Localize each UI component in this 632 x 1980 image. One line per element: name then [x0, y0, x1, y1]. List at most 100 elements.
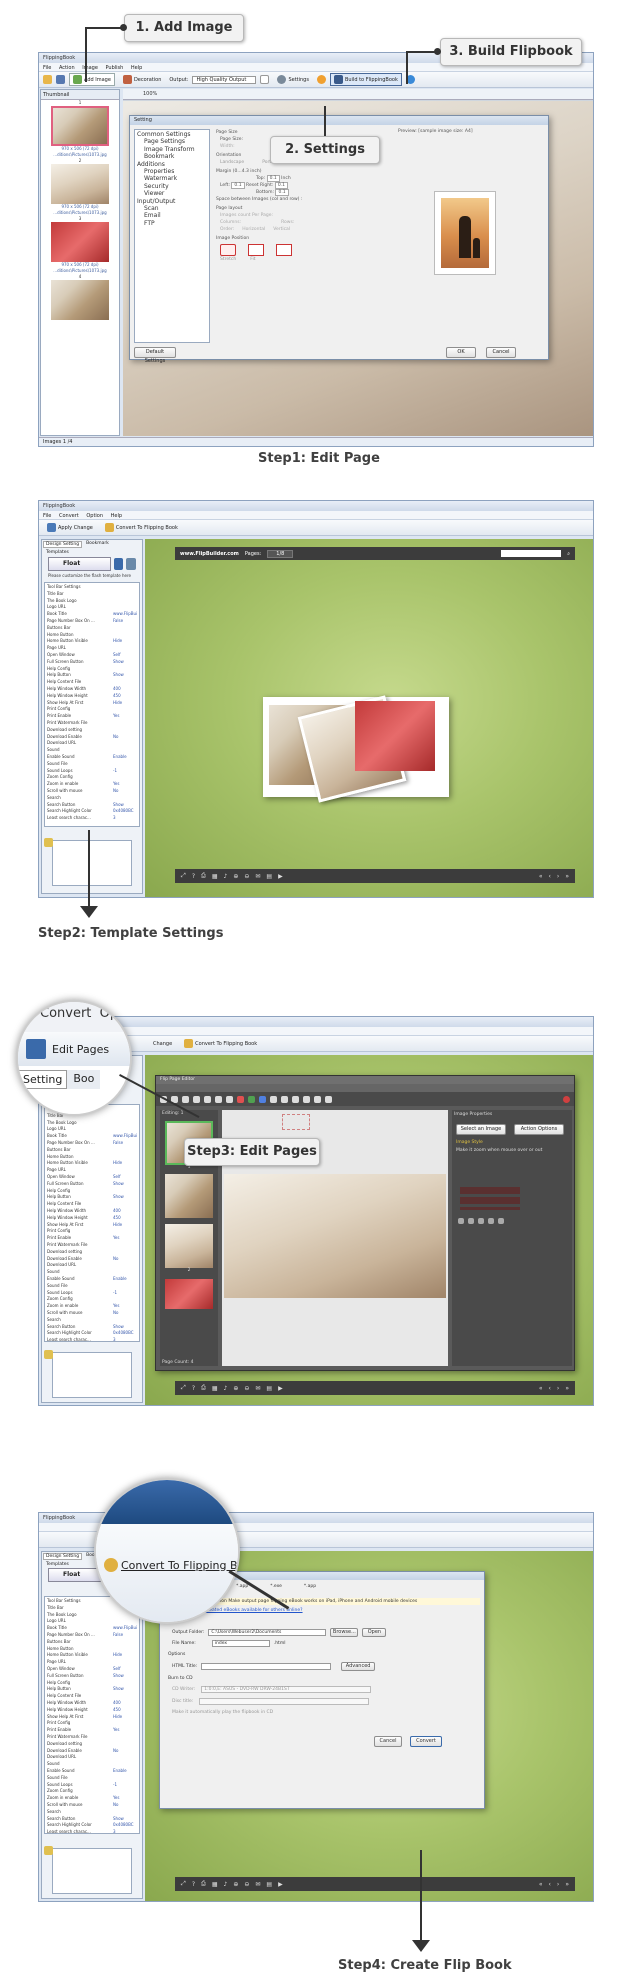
help-icon[interactable]: ? — [192, 1881, 195, 1888]
prev-page-icon[interactable]: ‹ — [549, 1881, 551, 1888]
search-input[interactable] — [501, 550, 562, 557]
menu-file[interactable]: File — [43, 65, 51, 71]
tool-icon[interactable] — [303, 1095, 310, 1103]
tree-row[interactable]: Show Help At First Hide — [47, 1222, 137, 1229]
thumbnails-icon[interactable]: ▦ — [212, 1385, 218, 1392]
editor-page-photo[interactable] — [224, 1174, 446, 1298]
grid-icon[interactable]: ▤ — [266, 1385, 272, 1392]
save-icon[interactable] — [56, 75, 65, 84]
autoplay-checkbox[interactable]: Make it automatically play the flipbook … — [172, 1710, 273, 1715]
tree-row[interactable]: Search Highlight Color 0x4080BC — [47, 808, 137, 815]
tree-bookmark[interactable]: Bookmark — [137, 153, 207, 160]
tree-row[interactable]: Home Button — [47, 1646, 137, 1653]
next-page-icon[interactable]: › — [557, 1881, 559, 1888]
tree-row[interactable]: Download setting — [47, 1249, 137, 1256]
menu-help[interactable]: Help — [111, 513, 122, 519]
tool-icon[interactable] — [292, 1095, 299, 1103]
convert-button[interactable]: Convert To Flipping Book — [180, 1037, 261, 1050]
tree-row[interactable]: Search — [47, 1317, 137, 1324]
zoom-in-icon[interactable]: ⊕ — [233, 873, 238, 880]
tree-row[interactable]: Full Screen Button Show — [47, 1181, 137, 1188]
grid-icon[interactable]: ▤ — [266, 873, 272, 880]
sound-icon[interactable]: ♪ — [223, 873, 227, 880]
tree-row[interactable]: Search — [47, 795, 137, 802]
help-icon[interactable]: ? — [192, 873, 195, 880]
tree-row[interactable]: Sound — [47, 747, 137, 754]
note-icon[interactable] — [44, 1846, 53, 1855]
menu-convert[interactable]: Convert — [59, 513, 79, 519]
tree-row[interactable]: Download URL — [47, 740, 137, 747]
cancel-button[interactable]: Cancel — [486, 347, 516, 358]
default-settings-button[interactable]: Default Settings — [134, 347, 176, 364]
tree-viewer[interactable]: Viewer — [137, 190, 207, 197]
tree-row[interactable]: Print Watermark File — [47, 1242, 137, 1249]
tree-row[interactable]: Least search charac... 3 — [47, 815, 137, 822]
tree-row[interactable]: Sound — [47, 1761, 137, 1768]
tree-row[interactable]: Download URL — [47, 1262, 137, 1269]
share-icon[interactable]: ✉ — [255, 1385, 260, 1392]
tree-row[interactable]: Help Window Height 450 — [47, 693, 137, 700]
tree-row[interactable]: Help Content File — [47, 1693, 137, 1700]
tree-row[interactable]: Home Button Visible Hide — [47, 1160, 137, 1167]
tree-row[interactable]: Search Button Show — [47, 802, 137, 809]
edit-pages-label[interactable]: Edit Pages — [52, 1043, 109, 1056]
tab-bookmark[interactable]: Bookmark — [84, 541, 111, 548]
open-button[interactable]: Open — [362, 1628, 387, 1637]
editor-thumb[interactable] — [165, 1279, 213, 1309]
tree-scan[interactable]: Scan — [137, 205, 207, 212]
tree-row[interactable]: Print Enable Yes — [47, 1235, 137, 1242]
add-image-button[interactable]: Add Image — [69, 73, 115, 86]
tree-row[interactable]: Buttons Bar — [47, 1639, 137, 1646]
style-icon[interactable] — [488, 1218, 494, 1224]
tree-row[interactable]: Help Window Height 450 — [47, 1707, 137, 1714]
horizontal-radio[interactable]: Horizontal — [242, 226, 265, 233]
zoom-icon[interactable]: ⤢ — [181, 1880, 186, 1888]
style-icon[interactable] — [458, 1218, 464, 1224]
zoom-in-icon[interactable]: ⊕ — [233, 1385, 238, 1392]
tree-row[interactable]: Show Help At First Hide — [47, 700, 137, 707]
grid-icon[interactable]: ▤ — [266, 1881, 272, 1888]
tree-row[interactable]: Page URL — [47, 1659, 137, 1666]
last-page-icon[interactable]: » — [565, 873, 569, 880]
tree-row[interactable]: Sound File — [47, 1775, 137, 1782]
tree-row[interactable]: Help Window Width 400 — [47, 1208, 137, 1215]
magnified-convert[interactable]: Convert To Flipping Book — [104, 1558, 238, 1572]
tree-row[interactable]: Download setting — [47, 727, 137, 734]
zoom-icon[interactable]: ⤢ — [181, 1384, 186, 1392]
tree-row[interactable]: Download setting — [47, 1741, 137, 1748]
next-page-icon[interactable]: › — [557, 1385, 559, 1392]
next-page-icon[interactable]: › — [557, 873, 559, 880]
tree-row[interactable]: Search — [47, 1809, 137, 1816]
sound-icon[interactable]: ♪ — [223, 1881, 227, 1888]
landscape-radio[interactable]: Landscape — [220, 159, 244, 166]
file-name-input[interactable]: index — [211, 1640, 270, 1647]
tab-design-setting[interactable]: Design Setting — [43, 1553, 83, 1560]
tab-design-setting[interactable]: Design Setting — [43, 541, 83, 548]
zoom-in-icon[interactable]: ⊕ — [233, 1881, 238, 1888]
editor-thumb[interactable] — [165, 1174, 213, 1218]
tree-row[interactable]: Download Enable No — [47, 734, 137, 741]
tree-image-transform[interactable]: Image Transform — [137, 146, 207, 153]
tree-row[interactable]: Home Button — [47, 1154, 137, 1161]
tool-icon[interactable] — [226, 1095, 233, 1103]
thumbnail-tab[interactable]: Thumbnail — [41, 90, 119, 100]
tree-row[interactable]: The Book Logo — [47, 1120, 137, 1127]
tool-icon[interactable] — [204, 1095, 211, 1103]
thumbnail-image[interactable] — [51, 106, 109, 146]
tree-row[interactable]: Least search charac... 3 — [47, 1829, 137, 1833]
tree-row[interactable]: Download Enable No — [47, 1256, 137, 1263]
first-page-icon[interactable]: « — [539, 1385, 543, 1392]
tool-icon[interactable] — [314, 1095, 321, 1103]
tree-additions[interactable]: Additions — [137, 161, 207, 168]
tool-icon[interactable] — [325, 1095, 332, 1103]
prev-page-icon[interactable]: ‹ — [549, 873, 551, 880]
select-image-button[interactable]: Select an Image — [456, 1124, 506, 1135]
tree-properties[interactable]: Properties — [137, 168, 207, 175]
play-icon[interactable]: ▶ — [278, 873, 283, 880]
bottom-value[interactable]: 0.1 — [275, 189, 289, 196]
first-page-icon[interactable]: « — [539, 873, 543, 880]
last-page-icon[interactable]: » — [565, 1881, 569, 1888]
tree-row[interactable]: Print Enable Yes — [47, 713, 137, 720]
tree-row[interactable]: Print Watermark File — [47, 720, 137, 727]
tree-row[interactable]: Show Help At First Hide — [47, 1714, 137, 1721]
